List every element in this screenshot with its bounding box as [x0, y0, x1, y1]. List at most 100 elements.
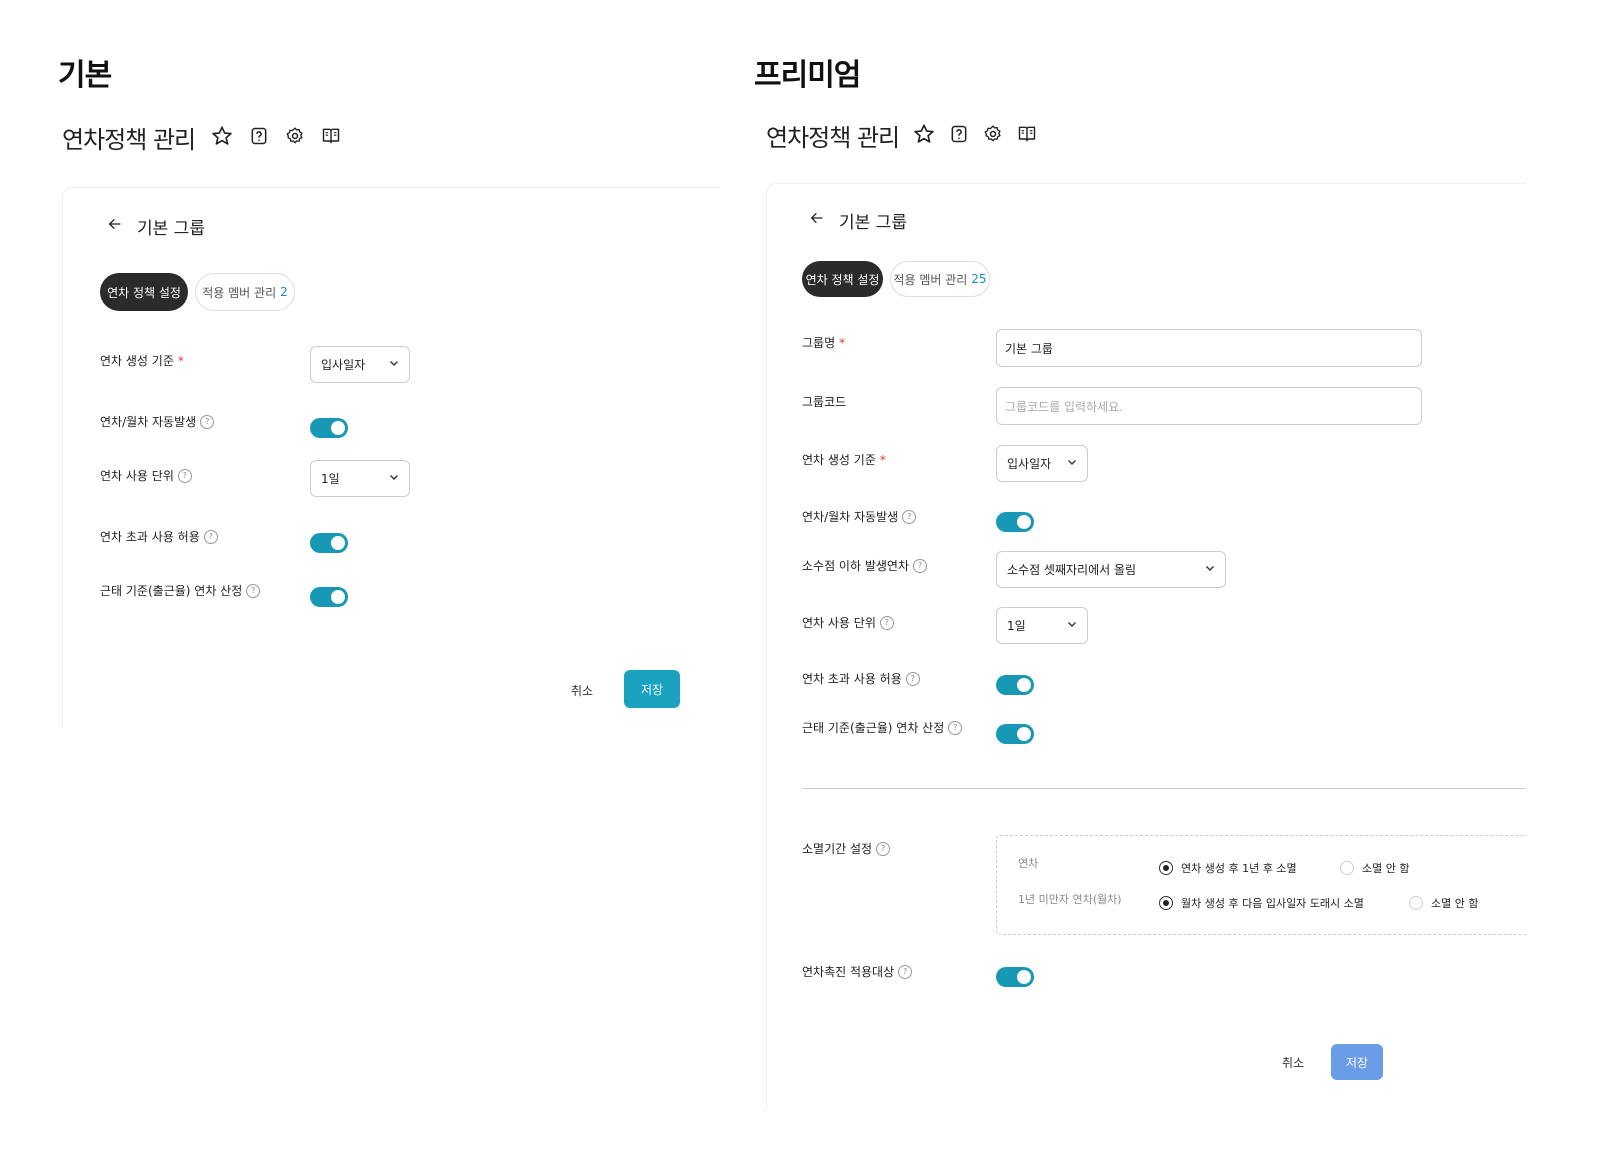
- attendance-toggle[interactable]: [996, 724, 1034, 744]
- select-value: 1일: [321, 472, 340, 486]
- field-label-over: 연차 초과 사용 허용?: [802, 670, 920, 687]
- field-label-attendance: 근태 기준(출근율) 연차 산정?: [100, 582, 261, 599]
- question-circle-icon[interactable]: ?: [246, 583, 261, 598]
- radio-label: 월차 생성 후 다음 입사일자 도래시 소멸: [1181, 897, 1364, 910]
- chevron-down-icon: [1067, 619, 1077, 632]
- field-label-over: 연차 초과 사용 허용?: [100, 528, 218, 545]
- save-button[interactable]: 저장: [1331, 1044, 1383, 1080]
- radio-checked-icon: [1159, 861, 1173, 875]
- book-icon[interactable]: [1017, 124, 1037, 148]
- group-header-premium: 기본 그룹: [809, 208, 907, 233]
- label-text: 연차 초과 사용 허용: [802, 672, 902, 686]
- question-circle-icon[interactable]: ?: [913, 558, 927, 573]
- question-circle-icon[interactable]: ?: [879, 615, 894, 630]
- gear-icon[interactable]: [983, 124, 1003, 148]
- page-header-basic: 연차정책 관리: [62, 120, 341, 155]
- label-text: 근태 기준(출근율) 연차 산정: [100, 584, 243, 598]
- card-basic: [62, 187, 720, 727]
- tab-label: 적용 멤버 관리: [893, 272, 968, 287]
- radio-monthly-no-expire[interactable]: 소멸 안 함: [1409, 895, 1478, 911]
- question-circle-icon[interactable]: ?: [905, 671, 920, 686]
- unit-select[interactable]: 1일: [310, 460, 410, 497]
- over-toggle[interactable]: [310, 533, 348, 553]
- page-header-premium: 연차정책 관리: [766, 118, 1037, 153]
- radio-label: 소멸 안 함: [1431, 897, 1479, 910]
- question-circle-icon[interactable]: ?: [200, 414, 215, 429]
- required-mark: *: [879, 452, 886, 467]
- radio-annual-expire[interactable]: 연차 생성 후 1년 후 소멸: [1159, 860, 1297, 876]
- required-mark: *: [177, 353, 184, 368]
- basis-select[interactable]: 입사일자: [310, 346, 410, 383]
- decimal-select[interactable]: 소수점 셋째자리에서 올림: [996, 551, 1226, 588]
- arrow-left-icon[interactable]: [809, 210, 825, 231]
- field-label-basis: 연차 생성 기준 *: [100, 352, 184, 369]
- radio-label: 연차 생성 후 1년 후 소멸: [1181, 862, 1297, 875]
- group-title: 기본 그룹: [839, 213, 907, 233]
- radio-unchecked-icon: [1409, 896, 1423, 910]
- required-mark: *: [839, 335, 846, 350]
- expire-monthly-label: 1년 미만자 연차(월차): [1018, 893, 1122, 906]
- label-text: 연차/월차 자동발생: [100, 415, 197, 429]
- page-title: 연차정책 관리: [62, 126, 196, 154]
- tab-policy-settings[interactable]: 연차 정책 설정: [100, 273, 188, 311]
- label-text: 연차 생성 기준: [802, 453, 876, 467]
- question-circle-icon[interactable]: ?: [876, 841, 891, 856]
- tab-member-management[interactable]: 적용 멤버 관리 25: [890, 261, 990, 297]
- select-value: 입사일자: [1007, 457, 1052, 471]
- question-circle-icon[interactable]: ?: [902, 509, 917, 524]
- book-icon[interactable]: [321, 126, 341, 150]
- question-circle-icon[interactable]: ?: [948, 720, 963, 735]
- group-header-basic: 기본 그룹: [107, 214, 205, 239]
- auto-toggle[interactable]: [996, 512, 1034, 532]
- section-title-premium: 프리미엄: [754, 58, 861, 93]
- arrow-left-icon[interactable]: [107, 216, 123, 237]
- label-text: 연차촉진 적용대상: [802, 965, 895, 979]
- auto-toggle[interactable]: [310, 418, 348, 438]
- tab-policy-settings[interactable]: 연차 정책 설정: [802, 261, 883, 297]
- radio-checked-icon: [1159, 896, 1173, 910]
- cancel-button[interactable]: 취소: [571, 682, 593, 699]
- field-label-basis: 연차 생성 기준 *: [802, 451, 886, 468]
- gear-icon[interactable]: [285, 126, 305, 150]
- help-square-icon[interactable]: [949, 124, 969, 148]
- label-text: 연차/월차 자동발생: [802, 510, 899, 524]
- save-button[interactable]: 저장: [624, 670, 680, 708]
- member-count: 2: [280, 285, 288, 299]
- field-label-attendance: 근태 기준(출근율) 연차 산정?: [802, 719, 963, 736]
- radio-annual-no-expire[interactable]: 소멸 안 함: [1340, 860, 1409, 876]
- field-label-promote: 연차촉진 적용대상?: [802, 963, 913, 980]
- member-count: 25: [971, 272, 987, 286]
- section-divider: [802, 788, 1526, 789]
- group-code-input[interactable]: 그룹코드를 입력하세요.: [996, 387, 1422, 425]
- radio-monthly-expire[interactable]: 월차 생성 후 다음 입사일자 도래시 소멸: [1159, 895, 1364, 911]
- tab-member-management[interactable]: 적용 멤버 관리 2: [195, 273, 295, 311]
- basis-select[interactable]: 입사일자: [996, 445, 1088, 482]
- field-label-name: 그룹명 *: [802, 334, 845, 351]
- chevron-down-icon: [389, 358, 399, 371]
- unit-select[interactable]: 1일: [996, 607, 1088, 644]
- promote-toggle[interactable]: [996, 967, 1034, 987]
- chevron-down-icon: [1067, 457, 1077, 470]
- label-text: 연차 사용 단위: [100, 469, 174, 483]
- field-label-auto: 연차/월차 자동발생?: [100, 413, 215, 430]
- select-value: 1일: [1007, 619, 1026, 633]
- question-circle-icon[interactable]: ?: [898, 964, 913, 979]
- chevron-down-icon: [389, 472, 399, 485]
- radio-label: 소멸 안 함: [1362, 862, 1410, 875]
- field-label-decimal: 소수점 이하 발생연차?: [802, 557, 927, 574]
- star-icon[interactable]: [211, 125, 233, 151]
- expire-annual-label: 연차: [1018, 857, 1039, 870]
- group-name-input[interactable]: 기본 그룹: [996, 329, 1422, 367]
- help-square-icon[interactable]: [249, 126, 269, 150]
- attendance-toggle[interactable]: [310, 587, 348, 607]
- field-label-auto: 연차/월차 자동발생?: [802, 508, 917, 525]
- question-circle-icon[interactable]: ?: [203, 529, 218, 544]
- field-label-unit: 연차 사용 단위?: [100, 467, 192, 484]
- over-toggle[interactable]: [996, 675, 1034, 695]
- select-value: 입사일자: [321, 358, 366, 372]
- cancel-button[interactable]: 취소: [1282, 1054, 1304, 1071]
- star-icon[interactable]: [913, 123, 935, 149]
- select-value: 소수점 셋째자리에서 올림: [1007, 563, 1137, 577]
- label-text: 연차 생성 기준: [100, 354, 174, 368]
- question-circle-icon[interactable]: ?: [177, 468, 192, 483]
